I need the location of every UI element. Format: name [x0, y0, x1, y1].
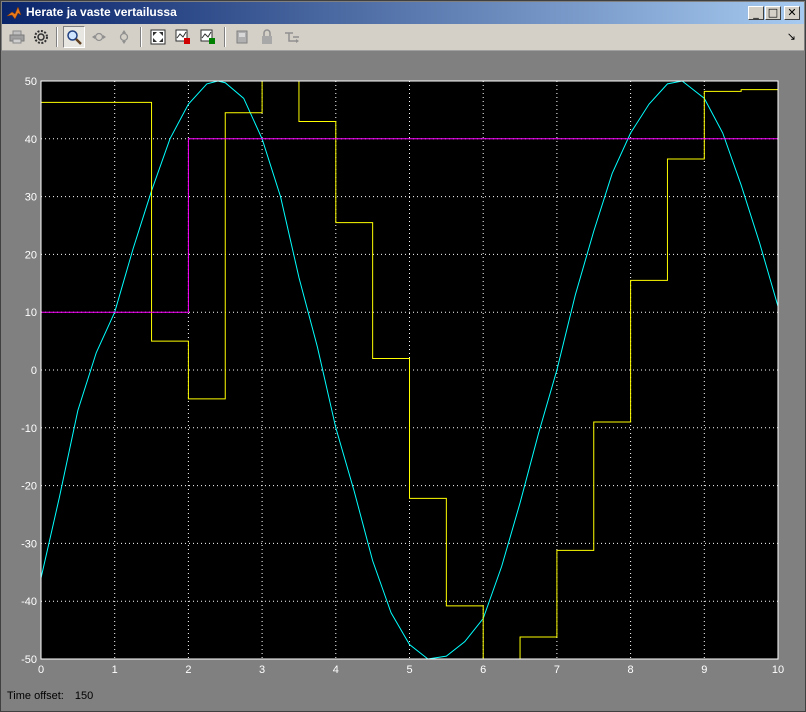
zoom-x-button[interactable] [88, 26, 110, 48]
zoom-icon [67, 30, 82, 45]
scope-window: Herate ja vaste vertailussa _ □ ✕ ↘ 0 1 … [0, 0, 806, 712]
x-tick-label: 0 [38, 664, 44, 676]
signal-selection-icon [285, 32, 299, 43]
save-axes-settings-icon [175, 29, 190, 44]
x-tick-label: 6 [480, 664, 486, 676]
x-tick-label: 7 [554, 664, 560, 676]
y-tick-label: -20 [21, 481, 37, 493]
restore-axes-settings-button[interactable] [197, 26, 219, 48]
toolbar-separator [224, 27, 226, 47]
window-title: Herate ja vaste vertailussa [26, 5, 177, 19]
lock-axes-button[interactable] [256, 26, 278, 48]
y-tick-label: -50 [21, 654, 37, 666]
lock-axes-icon [262, 29, 272, 44]
time-offset-label: Time offset: [7, 690, 64, 702]
matlab-icon [6, 6, 22, 20]
x-tick-label: 4 [333, 664, 339, 676]
zoom-y-icon [119, 30, 129, 44]
parameters-button[interactable] [30, 26, 52, 48]
toolbar-separator [56, 27, 58, 47]
restore-axes-settings-icon [200, 29, 215, 44]
x-tick-label: 10 [772, 664, 784, 676]
toolbar-separator [140, 27, 142, 47]
x-tick-label: 3 [259, 664, 265, 676]
y-tick-label: -10 [21, 423, 37, 435]
close-button[interactable]: ✕ [784, 6, 800, 20]
autoscale-icon [150, 29, 166, 45]
x-tick-label: 1 [112, 664, 118, 676]
y-tick-label: 40 [25, 134, 37, 146]
autoscale-button[interactable] [147, 26, 169, 48]
x-tick-label: 9 [701, 664, 707, 676]
y-tick-label: 30 [25, 192, 37, 204]
signal-selection-button[interactable] [281, 26, 303, 48]
floating-scope-button[interactable] [231, 26, 253, 48]
floating-scope-icon [236, 30, 248, 44]
toolbar: ↘ [2, 24, 804, 51]
minimize-icon: _ [753, 6, 759, 19]
dock-icon[interactable]: ↘ [787, 30, 796, 43]
title-bar[interactable]: Herate ja vaste vertailussa _ □ ✕ [2, 2, 804, 24]
maximize-button[interactable]: □ [765, 6, 781, 20]
y-tick-label: 0 [31, 365, 37, 377]
print-icon [9, 30, 25, 44]
y-tick-label: -30 [21, 538, 37, 550]
time-offset-value: 150 [74, 690, 94, 702]
minimize-button[interactable]: _ [748, 6, 764, 20]
zoom-x-icon [92, 32, 106, 42]
y-tick-label: 20 [25, 249, 37, 261]
close-icon: ✕ [787, 6, 797, 19]
y-tick-label: 10 [25, 307, 37, 319]
status-bar: Time offset: 150 [7, 690, 101, 702]
x-tick-label: 8 [628, 664, 634, 676]
parameters-icon [34, 30, 48, 44]
y-tick-label: -40 [21, 596, 37, 608]
zoom-y-button[interactable] [113, 26, 135, 48]
print-button[interactable] [6, 26, 28, 48]
x-tick-label: 5 [406, 664, 412, 676]
x-tick-label: 2 [185, 664, 191, 676]
scope-plot[interactable]: 0 1 2 3 4 5 6 7 8 9 10 50 40 30 20 10 0 -10 -20 -30 -40 -50 [1, 51, 806, 681]
save-axes-settings-button[interactable] [172, 26, 194, 48]
y-tick-label: 50 [25, 76, 37, 88]
zoom-button[interactable] [63, 26, 85, 48]
maximize-icon: □ [767, 6, 779, 19]
